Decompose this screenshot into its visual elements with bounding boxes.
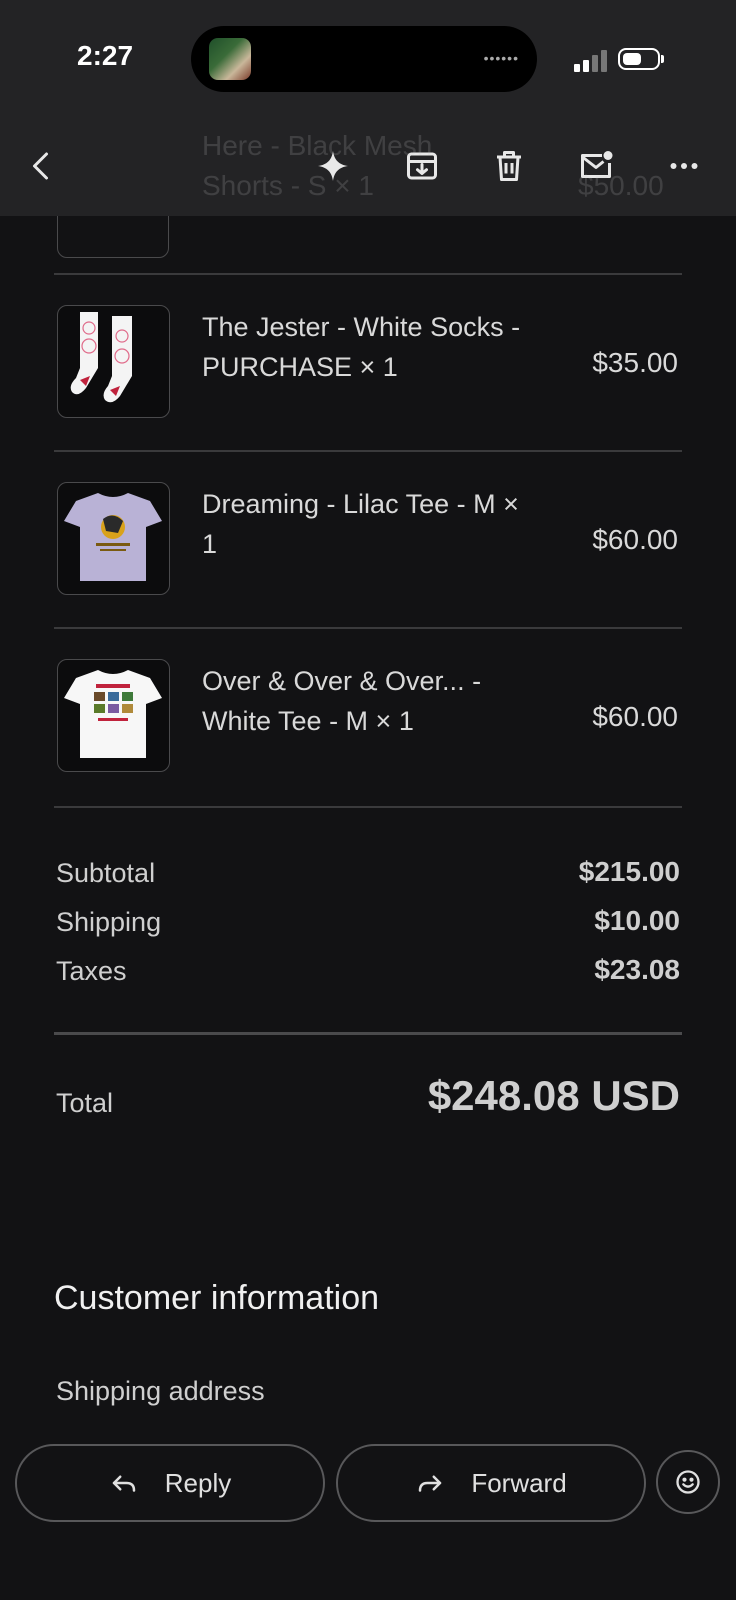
total-label: Total [56,1088,114,1118]
total-value: $248.08 USD [427,1072,680,1119]
item-price: $35.00 [592,347,678,378]
shipping-value: $10.00 [594,905,680,936]
scrolled-item-price: $50.00 [578,170,664,201]
status-bar: 2:27 •••••• [0,0,736,120]
more-options-button[interactable] [656,138,712,194]
dynamic-island[interactable]: •••••• [191,26,537,92]
shipping-label: Shipping [56,907,162,937]
emoji-reaction-button[interactable] [656,1450,720,1514]
subtotal-label: Subtotal [56,858,156,888]
scrolled-item-title: Here - Black Mesh [202,130,433,161]
total-divider [54,1032,682,1035]
item-title: Over & Over & Over... - White Tee - M × … [202,666,482,736]
taxes-label: Taxes [56,956,127,986]
back-button[interactable] [14,138,70,194]
product-image-white-tee [57,659,170,772]
cellular-signal-icon [574,50,610,72]
battery-icon [618,48,660,70]
order-item: Dreaming - Lilac Tee - M × 1 $60.00 [0,451,736,627]
product-image-lilac-tee [57,482,170,595]
product-image-socks [57,305,170,418]
shipping-address-label: Shipping address [56,1376,265,1406]
trash-icon [497,151,521,181]
taxes-row: Taxes $23.08 [56,954,680,1004]
forward-label: Forward [471,1467,567,1498]
status-time: 2:27 [77,40,134,71]
now-playing-artwork [209,38,251,80]
chevron-left-icon [33,152,48,180]
reply-label: Reply [164,1467,232,1498]
subtotal-row: Subtotal $215.00 [56,856,680,906]
forward-button[interactable]: Forward [336,1444,646,1522]
item-price: $60.00 [592,524,678,555]
audio-waveform-icon: •••••• [483,50,519,66]
order-item: Over & Over & Over... - White Tee - M × … [0,628,736,804]
order-item: The Jester - White Socks - PURCHASE × 1 … [0,274,736,450]
reply-arrow-icon [112,1475,135,1492]
customer-info-heading: Customer information [54,1279,380,1317]
smiley-icon [676,1470,700,1494]
delete-button[interactable] [481,138,537,194]
scrolled-item-variant: Shorts - S × 1 [202,170,374,201]
subtotal-value: $215.00 [578,856,680,887]
item-price: $60.00 [592,701,678,732]
forward-arrow-icon [419,1475,442,1492]
item-title: Dreaming - Lilac Tee - M × 1 [202,489,519,559]
item-title: The Jester - White Socks - PURCHASE × 1 [202,312,521,382]
divider [54,806,682,808]
more-horizontal-icon [670,163,698,169]
reply-button[interactable]: Reply [15,1444,325,1522]
shipping-row: Shipping $10.00 [56,905,680,955]
taxes-value: $23.08 [594,954,680,985]
